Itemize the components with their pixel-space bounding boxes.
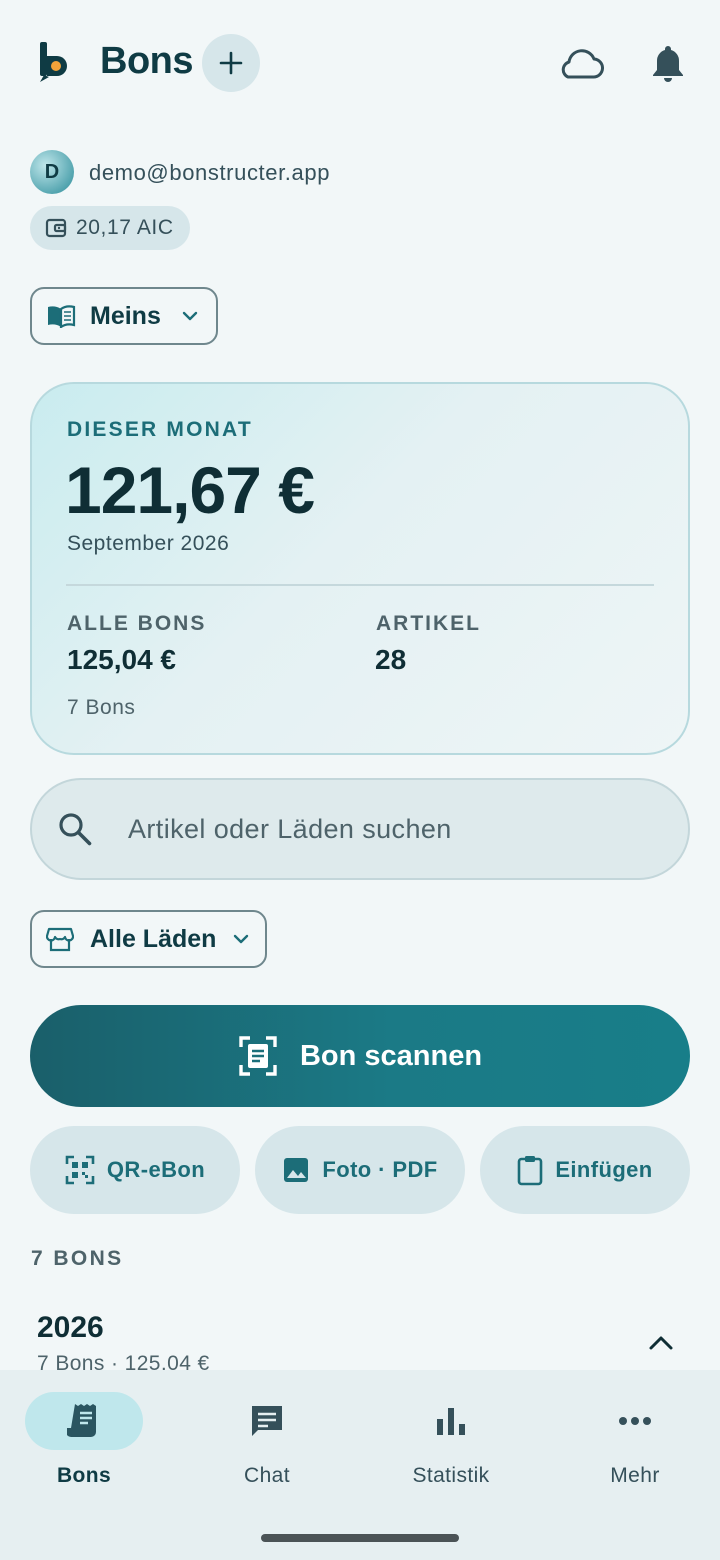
credits-badge[interactable]: 20,17 AIC (30, 206, 190, 250)
month-card-period: September 2026 (67, 532, 230, 555)
cloud-sync-button[interactable] (552, 40, 608, 86)
all-bons-value: 125,04 € (67, 644, 176, 675)
card-divider (66, 584, 654, 586)
nav-item-mehr[interactable]: Mehr (555, 1392, 715, 1492)
notifications-button[interactable] (644, 38, 692, 88)
nav-label-chat: Chat (244, 1464, 290, 1487)
account-email: demo@bonstructer.app (89, 160, 331, 185)
all-bons-label: ALLE BONS (67, 612, 207, 635)
avatar[interactable]: D (30, 150, 74, 194)
search-input[interactable]: Artikel oder Läden suchen (128, 814, 452, 845)
store-icon (46, 927, 74, 952)
year-group-title[interactable]: 2026 (37, 1311, 104, 1345)
photo-pdf-button[interactable]: Foto · PDF (255, 1126, 465, 1214)
nav-label-statistik: Statistik (412, 1464, 490, 1487)
qr-code-icon (65, 1155, 95, 1185)
search-icon (59, 813, 92, 846)
store-filter[interactable]: Alle Läden (30, 910, 267, 968)
scan-button-label: Bon scannen (299, 1039, 483, 1072)
chevron-down-icon (182, 311, 198, 321)
month-total-amount: 121,67 € (65, 453, 315, 527)
chat-icon (252, 1406, 282, 1436)
store-filter-label: Alle Läden (90, 924, 217, 953)
nav-indicator (25, 1392, 143, 1450)
page-title: Bons (100, 40, 194, 82)
nav-icon-wrap (576, 1392, 694, 1450)
app-logo (38, 42, 72, 82)
bar-chart-icon (437, 1408, 465, 1435)
nav-icon-wrap (392, 1392, 510, 1450)
scan-receipt-button[interactable]: Bon scannen (30, 1005, 690, 1107)
wallet-icon (45, 218, 67, 238)
bonstructer-logo-icon (40, 42, 67, 82)
plus-icon (219, 51, 243, 75)
nav-label-bons: Bons (56, 1464, 112, 1487)
add-button[interactable] (202, 34, 260, 92)
articles-value: 28 (375, 644, 407, 675)
nav-item-statistik[interactable]: Statistik (371, 1392, 531, 1492)
bell-icon (653, 46, 683, 82)
qr-ebon-label: QR-eBon (106, 1157, 206, 1182)
document-scanner-icon (239, 1036, 277, 1076)
collapse-year-button[interactable] (644, 1326, 678, 1360)
book-selector-label: Meins (90, 301, 161, 330)
nav-label-mehr: Mehr (610, 1464, 660, 1487)
cloud-icon (561, 49, 604, 79)
articles-label: ARTIKEL (376, 612, 481, 635)
credits-value: 20,17 AIC (76, 216, 174, 239)
month-card-label: DIESER MONAT (67, 418, 253, 441)
nav-icon-wrap (208, 1392, 326, 1450)
paste-label: Einfügen (555, 1157, 653, 1182)
chevron-down-icon (234, 934, 249, 944)
receipt-icon (67, 1404, 96, 1437)
chevron-up-icon (649, 1336, 673, 1350)
clipboard-icon (518, 1156, 543, 1186)
nav-item-bons[interactable]: Bons (4, 1392, 164, 1492)
bons-count: 7 Bons (67, 696, 136, 719)
photo-pdf-label: Foto · PDF (322, 1157, 438, 1182)
bons-section-label: 7 BONS (31, 1247, 124, 1270)
book-selector[interactable]: Meins (30, 287, 218, 345)
book-open-icon (48, 305, 76, 328)
paste-button[interactable]: Einfügen (480, 1126, 690, 1214)
home-indicator[interactable] (261, 1534, 459, 1542)
more-horizontal-icon (619, 1417, 651, 1425)
qr-ebon-button[interactable]: QR-eBon (30, 1126, 240, 1214)
nav-item-chat[interactable]: Chat (187, 1392, 347, 1492)
search-bar[interactable]: Artikel oder Läden suchen (30, 778, 690, 880)
image-icon (284, 1158, 309, 1182)
